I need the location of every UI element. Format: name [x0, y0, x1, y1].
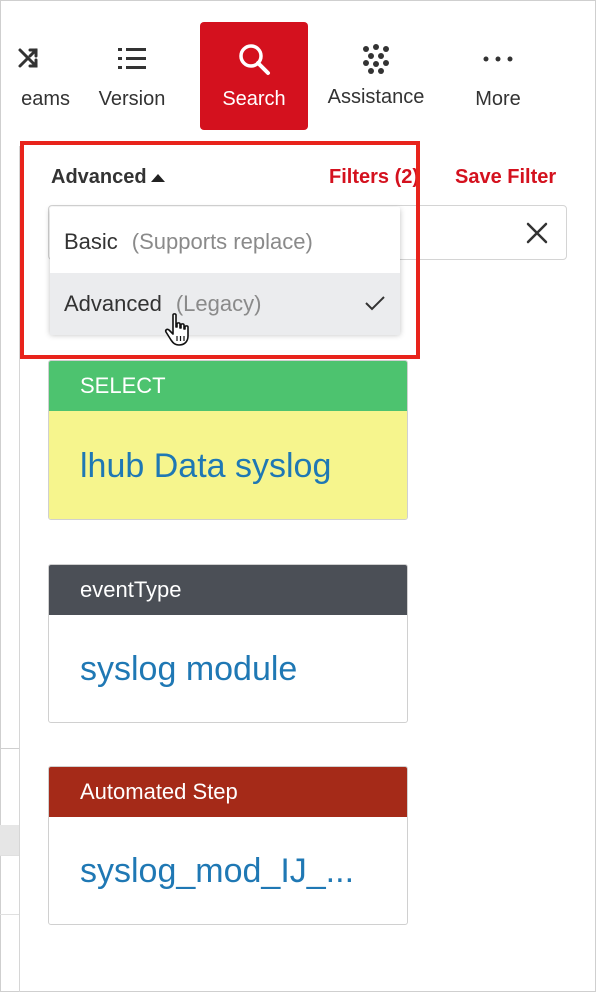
toolbar-item-more[interactable]: More — [448, 22, 548, 130]
card-value[interactable]: lhub Data syslog — [49, 411, 407, 519]
card-header: SELECT — [49, 361, 407, 411]
card-value[interactable]: syslog module — [49, 615, 407, 722]
card-header: eventType — [49, 565, 407, 615]
toolbar-item-version[interactable]: Version — [82, 22, 182, 130]
toolbar-label: Search — [222, 88, 286, 110]
background-table-row — [0, 855, 19, 915]
close-icon[interactable] — [524, 220, 550, 246]
annotation-highlight — [20, 141, 420, 359]
select-card[interactable]: SELECT lhub Data syslog — [48, 360, 408, 520]
save-filter-link[interactable]: Save Filter — [455, 166, 556, 189]
automated-step-card[interactable]: Automated Step syslog_mod_IJ_... — [48, 766, 408, 925]
more-horizontal-icon — [448, 42, 548, 76]
event-type-card[interactable]: eventType syslog module — [48, 564, 408, 723]
shuffle-icon — [0, 42, 60, 76]
toolbar-item-assistance[interactable]: Assistance — [322, 22, 430, 130]
toolbar-label: More — [475, 88, 521, 110]
list-icon — [82, 42, 182, 76]
toolbar-label: Assistance — [327, 86, 425, 108]
hand-cursor-icon — [164, 313, 189, 346]
top-toolbar: eams Version Search Assistance More — [0, 0, 596, 140]
toolbar-item-teams[interactable]: eams — [0, 22, 70, 130]
toolbar-item-search[interactable]: Search — [200, 22, 308, 130]
card-value[interactable]: syslog_mod_IJ_... — [49, 817, 407, 924]
toolbar-label: Version — [98, 88, 166, 110]
background-table-header — [0, 825, 19, 855]
search-icon — [200, 42, 308, 76]
toolbar-label: eams — [21, 88, 70, 110]
dots-grid-icon — [322, 42, 430, 76]
card-header: Automated Step — [49, 767, 407, 817]
background-divider — [0, 748, 19, 749]
